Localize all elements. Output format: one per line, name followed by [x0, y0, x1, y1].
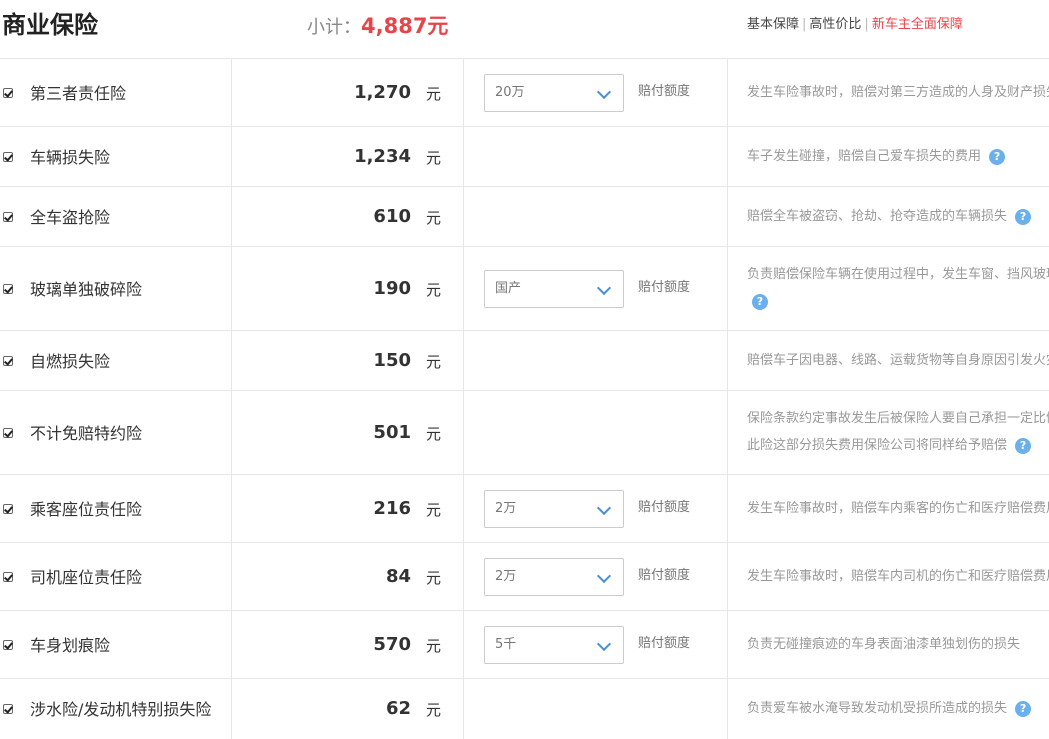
price-unit: 元 — [426, 149, 442, 167]
row-checkbox[interactable] — [3, 284, 13, 294]
insurance-price: 62 — [385, 698, 411, 719]
insurance-description-line2: 此险这部分损失费用保险公司将同样给予赔偿 — [747, 438, 1008, 453]
row-checkbox[interactable] — [3, 704, 13, 714]
insurance-name: 司机座位责任险 — [30, 568, 143, 587]
coverage-select[interactable]: 5千 — [484, 626, 624, 664]
insurance-row: 全车盗抢险 610 元 赔偿全车被盗窃、抢劫、抢夺造成的车辆损失? — [0, 186, 1049, 246]
insurance-name: 全车盗抢险 — [30, 208, 111, 227]
coverage-label: 赔付额度 — [638, 84, 691, 99]
insurance-name: 自燃损失险 — [30, 352, 111, 371]
insurance-description: 负责无碰撞痕迹的车身表面油漆单独划伤的损失 — [747, 637, 1021, 652]
row-checkbox[interactable] — [3, 640, 13, 650]
coverage-select[interactable]: 20万 — [484, 74, 624, 112]
coverage-label: 赔付额度 — [638, 636, 691, 651]
plan-presets: 基本保障 | 高性价比 | 新车主全面保障 — [747, 17, 963, 32]
insurance-description: 赔偿车子因电器、线路、运载货物等自身原因引发火灾的损失 — [747, 353, 1049, 368]
insurance-row: 玻璃单独破碎险 190 元 国产 赔付额度 负责赔偿保险车辆在使用过程中，发生车… — [0, 246, 1049, 330]
subtotal: 小计：4,887元 — [307, 12, 448, 42]
insurance-price: 216 — [373, 498, 411, 519]
section-header: 商业保险 小计：4,887元 基本保障 | 高性价比 | 新车主全面保障 — [0, 0, 1049, 58]
row-checkbox[interactable] — [3, 572, 13, 582]
chevron-down-icon — [596, 84, 612, 100]
plan-value[interactable]: 高性价比 — [809, 17, 861, 32]
insurance-description: 赔偿全车被盗窃、抢劫、抢夺造成的车辆损失 — [747, 209, 1008, 224]
help-icon[interactable]: ? — [1015, 208, 1032, 225]
chevron-down-icon — [596, 500, 612, 516]
row-checkbox[interactable] — [3, 152, 13, 162]
help-icon[interactable]: ? — [1015, 700, 1032, 717]
insurance-row: 第三者责任险 1,270 元 20万 赔付额度 发生车险事故时，赔偿对第三方造成… — [0, 58, 1049, 126]
insurance-price: 1,270 — [354, 82, 411, 103]
insurance-name: 车辆损失险 — [30, 148, 111, 167]
insurance-row: 乘客座位责任险 216 元 2万 赔付额度 发生车险事故时，赔偿车内乘客的伤亡和… — [0, 474, 1049, 542]
insurance-row: 自燃损失险 150 元 赔偿车子因电器、线路、运载货物等自身原因引发火灾的损失 — [0, 330, 1049, 390]
insurance-price: 570 — [373, 634, 411, 655]
insurance-description: 车子发生碰撞，赔偿自己爱车损失的费用 — [747, 149, 982, 164]
insurance-name: 涉水险/发动机特别损失险 — [30, 700, 212, 719]
chevron-down-icon — [596, 636, 612, 652]
price-unit: 元 — [426, 209, 442, 227]
coverage-select[interactable]: 2万 — [484, 490, 624, 528]
insurance-price: 610 — [373, 206, 411, 227]
insurance-price: 501 — [373, 422, 411, 443]
help-icon[interactable]: ? — [989, 148, 1006, 165]
chevron-down-icon — [596, 568, 612, 584]
insurance-description: 保险条款约定事故发生后被保险人要自己承担一定比例的损失 — [747, 411, 1049, 426]
coverage-select[interactable]: 国产 — [484, 270, 624, 308]
coverage-label: 赔付额度 — [638, 500, 691, 515]
row-checkbox[interactable] — [3, 88, 13, 98]
insurance-price: 190 — [373, 278, 411, 299]
help-icon[interactable]: ? — [1015, 437, 1032, 454]
coverage-select[interactable]: 2万 — [484, 558, 624, 596]
insurance-name: 乘客座位责任险 — [30, 500, 143, 519]
insurance-row: 不计免赔特约险 501 元 保险条款约定事故发生后被保险人要自己承担一定比例的损… — [0, 390, 1049, 474]
coverage-select-value: 2万 — [495, 501, 517, 516]
price-unit: 元 — [426, 637, 442, 655]
insurance-name: 不计免赔特约险 — [30, 424, 143, 443]
insurance-description: 发生车险事故时，赔偿车内乘客的伤亡和医疗赔偿费用 — [747, 501, 1049, 516]
insurance-row: 涉水险/发动机特别损失险 62 元 负责爱车被水淹导致发动机受损所造成的损失? — [0, 678, 1049, 739]
insurance-price: 1,234 — [354, 146, 411, 167]
insurance-row: 车辆损失险 1,234 元 车子发生碰撞，赔偿自己爱车损失的费用? — [0, 126, 1049, 186]
insurance-description: 发生车险事故时，赔偿车内司机的伤亡和医疗赔偿费用 — [747, 569, 1049, 584]
insurance-row: 司机座位责任险 84 元 2万 赔付额度 发生车险事故时，赔偿车内司机的伤亡和医… — [0, 542, 1049, 610]
row-checkbox[interactable] — [3, 428, 13, 438]
coverage-label: 赔付额度 — [638, 280, 691, 295]
insurance-row: 车身划痕险 570 元 5千 赔付额度 负责无碰撞痕迹的车身表面油漆单独划伤的损… — [0, 610, 1049, 678]
insurance-description: 负责赔偿保险车辆在使用过程中，发生车窗、挡风玻璃单独破碎的损失 — [747, 267, 1049, 282]
price-unit: 元 — [426, 425, 442, 443]
price-unit: 元 — [426, 701, 442, 719]
coverage-label: 赔付额度 — [638, 568, 691, 583]
subtotal-label: 小计： — [307, 17, 361, 38]
row-checkbox[interactable] — [3, 212, 13, 222]
coverage-select-value: 5千 — [495, 637, 517, 652]
price-unit: 元 — [426, 501, 442, 519]
insurance-description: 负责爱车被水淹导致发动机受损所造成的损失 — [747, 701, 1008, 716]
insurance-name: 玻璃单独破碎险 — [30, 280, 143, 299]
row-checkbox[interactable] — [3, 356, 13, 366]
insurance-description: 发生车险事故时，赔偿对第三方造成的人身及财产损失 — [747, 85, 1049, 100]
plan-basic[interactable]: 基本保障 — [747, 17, 799, 32]
price-unit: 元 — [426, 281, 442, 299]
row-checkbox[interactable] — [3, 504, 13, 514]
insurance-price: 150 — [373, 350, 411, 371]
chevron-down-icon — [596, 280, 612, 296]
insurance-price: 84 — [385, 566, 411, 587]
price-unit: 元 — [426, 353, 442, 371]
insurance-name: 第三者责任险 — [30, 84, 127, 103]
insurance-name: 车身划痕险 — [30, 636, 111, 655]
subtotal-amount: 4,887元 — [361, 14, 449, 38]
coverage-select-value: 2万 — [495, 569, 517, 584]
section-title: 商业保险 — [2, 11, 98, 39]
price-unit: 元 — [426, 569, 442, 587]
coverage-select-value: 20万 — [495, 85, 525, 100]
plan-full[interactable]: 新车主全面保障 — [872, 17, 963, 32]
coverage-select-value: 国产 — [495, 281, 522, 296]
help-icon[interactable]: ? — [752, 294, 768, 310]
price-unit: 元 — [426, 85, 442, 103]
